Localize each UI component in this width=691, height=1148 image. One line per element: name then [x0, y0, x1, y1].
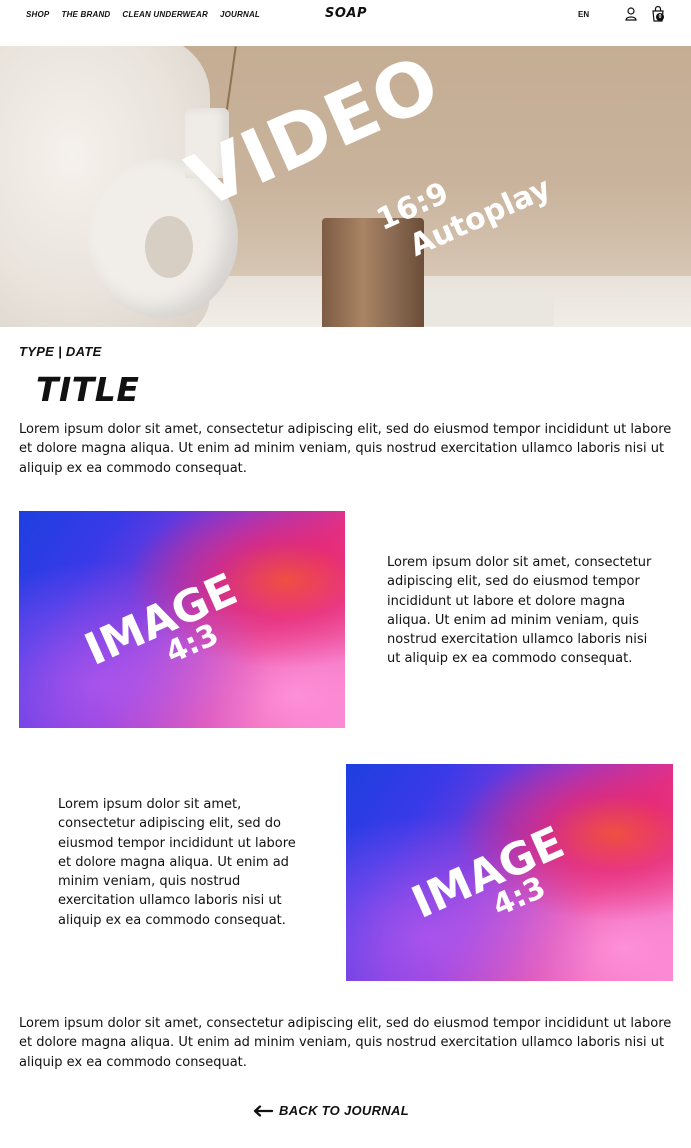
nav-item-the-brand[interactable]: THE BRAND [61, 10, 110, 20]
hero-video[interactable]: VIDEO 16:9 Autoplay [0, 46, 691, 327]
article-outro: Lorem ipsum dolor sit amet, consectetur … [19, 1016, 672, 1070]
article-block-2-text: Lorem ipsum dolor sit amet, consectetur … [58, 797, 296, 928]
article-meta: TYPE | DATE [19, 344, 102, 359]
language-selector[interactable]: EN [578, 10, 589, 19]
site-logo[interactable]: SOAP [325, 6, 367, 21]
article-intro: Lorem ipsum dolor sit amet, consectetur … [19, 422, 672, 476]
back-to-journal-label: BACK TO JOURNAL [279, 1103, 409, 1118]
site-header: SHOP THE BRAND CLEAN UNDERWEAR JOURNAL S… [0, 0, 691, 46]
user-icon[interactable] [625, 7, 637, 21]
back-to-journal-link[interactable]: BACK TO JOURNAL [253, 1103, 409, 1118]
article-block-1-text: Lorem ipsum dolor sit amet, consectetur … [387, 555, 652, 667]
article-title: TITLE [36, 370, 140, 409]
hero-overlay: VIDEO 16:9 Autoplay [0, 46, 691, 327]
nav-item-journal[interactable]: JOURNAL [220, 10, 260, 20]
nav-item-clean-underwear[interactable]: CLEAN UNDERWEAR [122, 10, 208, 20]
article-image-1: IMAGE 4:3 [19, 511, 345, 728]
article-image-2: IMAGE 4:3 [346, 764, 673, 981]
cart-count-badge: 0 [656, 13, 664, 21]
main-nav: SHOP THE BRAND CLEAN UNDERWEAR JOURNAL [26, 10, 272, 20]
nav-item-shop[interactable]: SHOP [26, 10, 49, 20]
arrow-left-icon [253, 1104, 273, 1117]
